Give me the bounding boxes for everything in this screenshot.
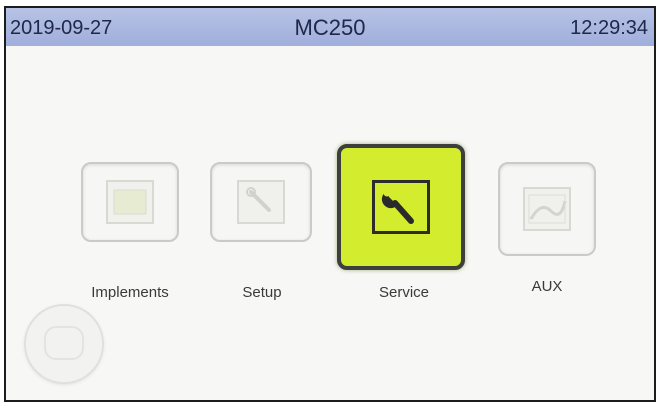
implements-button[interactable] bbox=[81, 162, 179, 242]
wrench-icon bbox=[237, 180, 285, 224]
setup-button[interactable] bbox=[210, 162, 312, 242]
display-screen: 2019-09-27 MC250 12:29:34 Implements Set… bbox=[4, 6, 656, 402]
service-label: Service bbox=[378, 284, 430, 301]
setup-label: Setup bbox=[242, 284, 282, 301]
wrench-icon bbox=[372, 180, 430, 234]
aux-label: AUX bbox=[531, 278, 563, 295]
status-time: 12:29:34 bbox=[570, 17, 648, 39]
implements-label: Implements bbox=[91, 284, 169, 301]
implements-icon bbox=[106, 180, 154, 224]
back-icon bbox=[44, 326, 84, 360]
status-model: MC250 bbox=[294, 15, 366, 40]
service-button[interactable] bbox=[337, 144, 465, 270]
status-bar: 2019-09-27 MC250 12:29:34 bbox=[6, 8, 654, 46]
back-button[interactable] bbox=[24, 304, 104, 384]
aux-button[interactable] bbox=[498, 162, 596, 256]
aux-icon bbox=[523, 187, 571, 231]
